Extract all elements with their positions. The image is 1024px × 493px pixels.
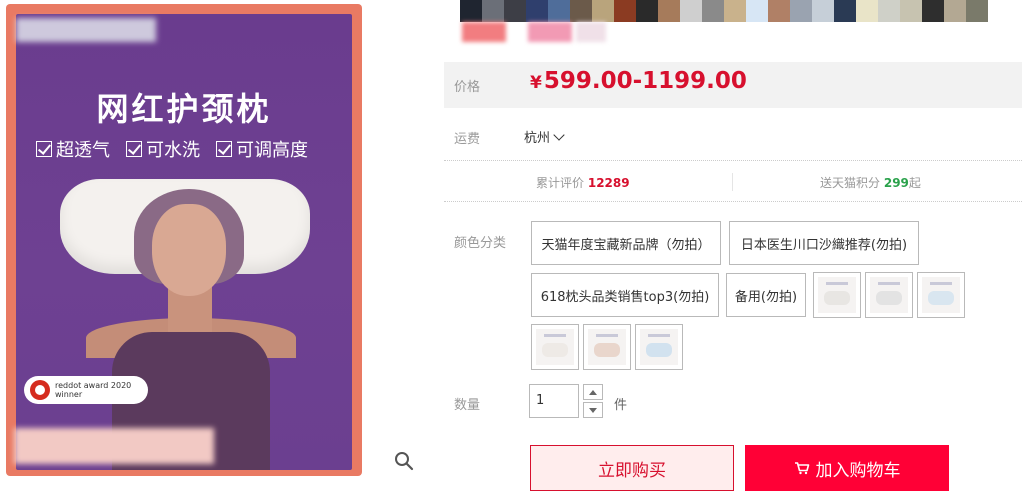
blurred-tag	[528, 22, 572, 42]
image-feature: 超透气	[36, 136, 110, 162]
color-swatch[interactable]	[834, 0, 856, 22]
price-value: ¥599.00-1199.00	[530, 68, 747, 94]
image-feature-list: 超透气 可水洗 可调高度	[36, 136, 308, 162]
color-swatch[interactable]	[680, 0, 702, 22]
shipping-row: 运费 杭州	[444, 116, 1022, 156]
reddot-logo-icon	[30, 380, 50, 400]
blurred-tag	[462, 22, 506, 42]
price-label: 价格	[454, 80, 481, 95]
quantity-increase-button[interactable]	[583, 384, 603, 400]
product-page: 网红护颈枕 超透气 可水洗 可调高度 reddot award 2020 win…	[0, 0, 1024, 493]
color-option-thumbnail[interactable]	[813, 272, 861, 318]
image-feature: 可调高度	[216, 136, 308, 162]
chevron-up-icon	[589, 389, 597, 395]
pillow-thumbnail-image	[876, 291, 902, 305]
review-count[interactable]: 累计评价 12289	[536, 174, 630, 191]
tmall-points: 送天猫积分 299起	[820, 176, 921, 190]
add-to-cart-button[interactable]: 加入购物车	[745, 445, 949, 491]
color-swatch[interactable]	[504, 0, 526, 22]
quantity-label: 数量	[454, 398, 481, 413]
divider	[732, 173, 733, 191]
color-swatch-strip[interactable]	[460, 0, 988, 22]
cart-icon	[794, 462, 809, 475]
checkbox-icon	[36, 141, 52, 157]
blurred-watermark	[14, 428, 214, 464]
blurred-watermark	[16, 18, 156, 42]
quantity-decrease-button[interactable]	[583, 402, 603, 418]
color-option-thumbnail[interactable]	[917, 272, 965, 318]
pillow-thumbnail-image	[594, 343, 620, 357]
color-swatch[interactable]	[570, 0, 592, 22]
color-swatch[interactable]	[812, 0, 834, 22]
buy-now-button[interactable]: 立即购买	[530, 445, 734, 491]
color-swatch[interactable]	[636, 0, 658, 22]
color-option-thumbnail[interactable]	[583, 324, 631, 370]
quantity-input[interactable]: 1	[529, 384, 579, 418]
chevron-down-icon	[589, 407, 597, 413]
pillow-thumbnail-image	[542, 343, 568, 357]
chevron-down-icon	[553, 128, 565, 141]
checkbox-icon	[216, 141, 232, 157]
color-swatch[interactable]	[790, 0, 812, 22]
image-feature: 可水洗	[126, 136, 200, 162]
checkbox-icon	[126, 141, 142, 157]
color-option-thumbnail[interactable]	[635, 324, 683, 370]
color-swatch[interactable]	[966, 0, 988, 22]
product-main-image[interactable]: 网红护颈枕 超透气 可水洗 可调高度 reddot award 2020 win…	[6, 4, 362, 476]
color-swatch[interactable]	[592, 0, 614, 22]
image-headline: 网红护颈枕	[96, 90, 272, 128]
color-swatch[interactable]	[746, 0, 768, 22]
model-face	[152, 204, 226, 296]
color-option[interactable]: 备用(勿拍)	[726, 273, 806, 317]
color-swatch[interactable]	[614, 0, 636, 22]
color-option[interactable]: 618枕头品类销售top3(勿拍)	[531, 273, 719, 317]
color-option[interactable]: 天猫年度宝藏新品牌（勿拍）	[531, 221, 721, 265]
shipping-label: 运费	[454, 132, 481, 147]
color-swatch[interactable]	[658, 0, 680, 22]
zoom-icon[interactable]	[393, 450, 415, 472]
color-swatch[interactable]	[724, 0, 746, 22]
sales-stats: 累计评价 12289 送天猫积分 299起	[444, 160, 1022, 202]
color-swatch[interactable]	[944, 0, 966, 22]
quantity-unit: 件	[614, 398, 628, 413]
product-detail-panel: 价格 ¥599.00-1199.00 运费 杭州 累计评价 12289 送天猫积…	[444, 0, 1024, 493]
reddot-award-badge: reddot award 2020 winner	[24, 376, 148, 404]
color-option[interactable]: 日本医生川口沙織推荐(勿拍)	[729, 221, 919, 265]
color-swatch[interactable]	[878, 0, 900, 22]
color-swatch[interactable]	[548, 0, 570, 22]
color-option-thumbnail[interactable]	[531, 324, 579, 370]
blurred-tag	[576, 22, 606, 42]
pillow-thumbnail-image	[928, 291, 954, 305]
color-swatch[interactable]	[768, 0, 790, 22]
shipping-city-select[interactable]: 杭州	[524, 127, 565, 146]
color-swatch[interactable]	[460, 0, 482, 22]
color-swatch[interactable]	[900, 0, 922, 22]
color-swatch[interactable]	[526, 0, 548, 22]
color-category-label: 颜色分类	[454, 236, 507, 251]
color-swatch[interactable]	[922, 0, 944, 22]
color-swatch[interactable]	[482, 0, 504, 22]
color-option-thumbnail[interactable]	[865, 272, 913, 318]
pillow-thumbnail-image	[646, 343, 672, 357]
color-swatch[interactable]	[702, 0, 724, 22]
color-swatch[interactable]	[856, 0, 878, 22]
price-row: 价格 ¥599.00-1199.00	[444, 62, 1022, 108]
product-image-area: 网红护颈枕 超透气 可水洗 可调高度 reddot award 2020 win…	[0, 0, 420, 493]
pillow-thumbnail-image	[824, 291, 850, 305]
